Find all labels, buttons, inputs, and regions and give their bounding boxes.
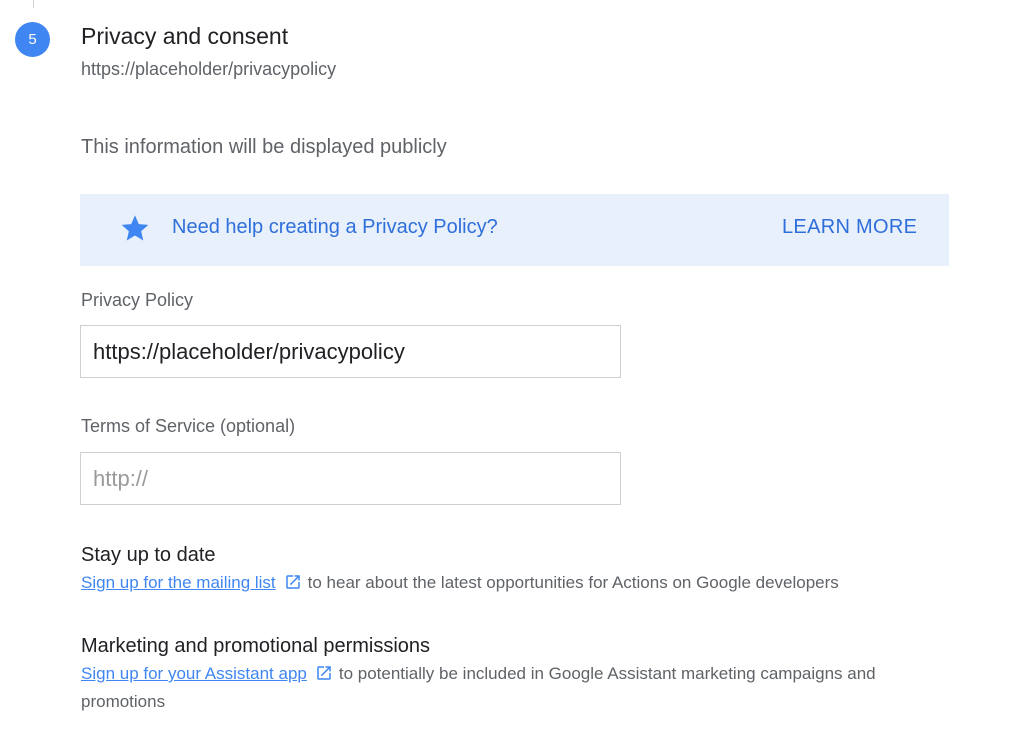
marketing-permissions-heading: Marketing and promotional permissions — [81, 635, 431, 657]
external-link-icon[interactable] — [284, 573, 302, 591]
terms-of-service-input[interactable] — [80, 452, 621, 505]
stepper-connector-line — [33, 0, 34, 8]
public-info-notice: This information will be displayed publi… — [81, 136, 447, 158]
stay-up-to-date-heading: Stay up to date — [81, 544, 216, 566]
mailing-list-description: to hear about the latest opportunities f… — [307, 573, 839, 592]
terms-of-service-label: Terms of Service (optional) — [81, 416, 296, 436]
mailing-list-link[interactable]: Sign up for the mailing list — [81, 573, 276, 592]
assistant-app-line: Sign up for your Assistant app to potenti… — [81, 660, 951, 716]
step-number: 5 — [28, 31, 37, 48]
privacy-consent-page: 5 Privacy and consent https://placeholde… — [0, 0, 1024, 755]
privacy-policy-label: Privacy Policy — [81, 290, 194, 310]
step-number-badge: 5 — [15, 22, 50, 57]
learn-more-button[interactable]: LEARN MORE — [782, 216, 917, 239]
assistant-app-signup-link[interactable]: Sign up for your Assistant app — [81, 664, 307, 683]
section-subtitle: https://placeholder/privacypolicy — [81, 59, 337, 79]
section-title: Privacy and consent — [81, 23, 289, 49]
help-banner-text: Need help creating a Privacy Policy? — [172, 216, 498, 238]
star-icon — [121, 215, 149, 241]
mailing-list-line: Sign up for the mailing list to hear abou… — [81, 569, 951, 597]
external-link-icon[interactable] — [315, 664, 333, 682]
privacy-policy-input[interactable] — [80, 325, 621, 378]
